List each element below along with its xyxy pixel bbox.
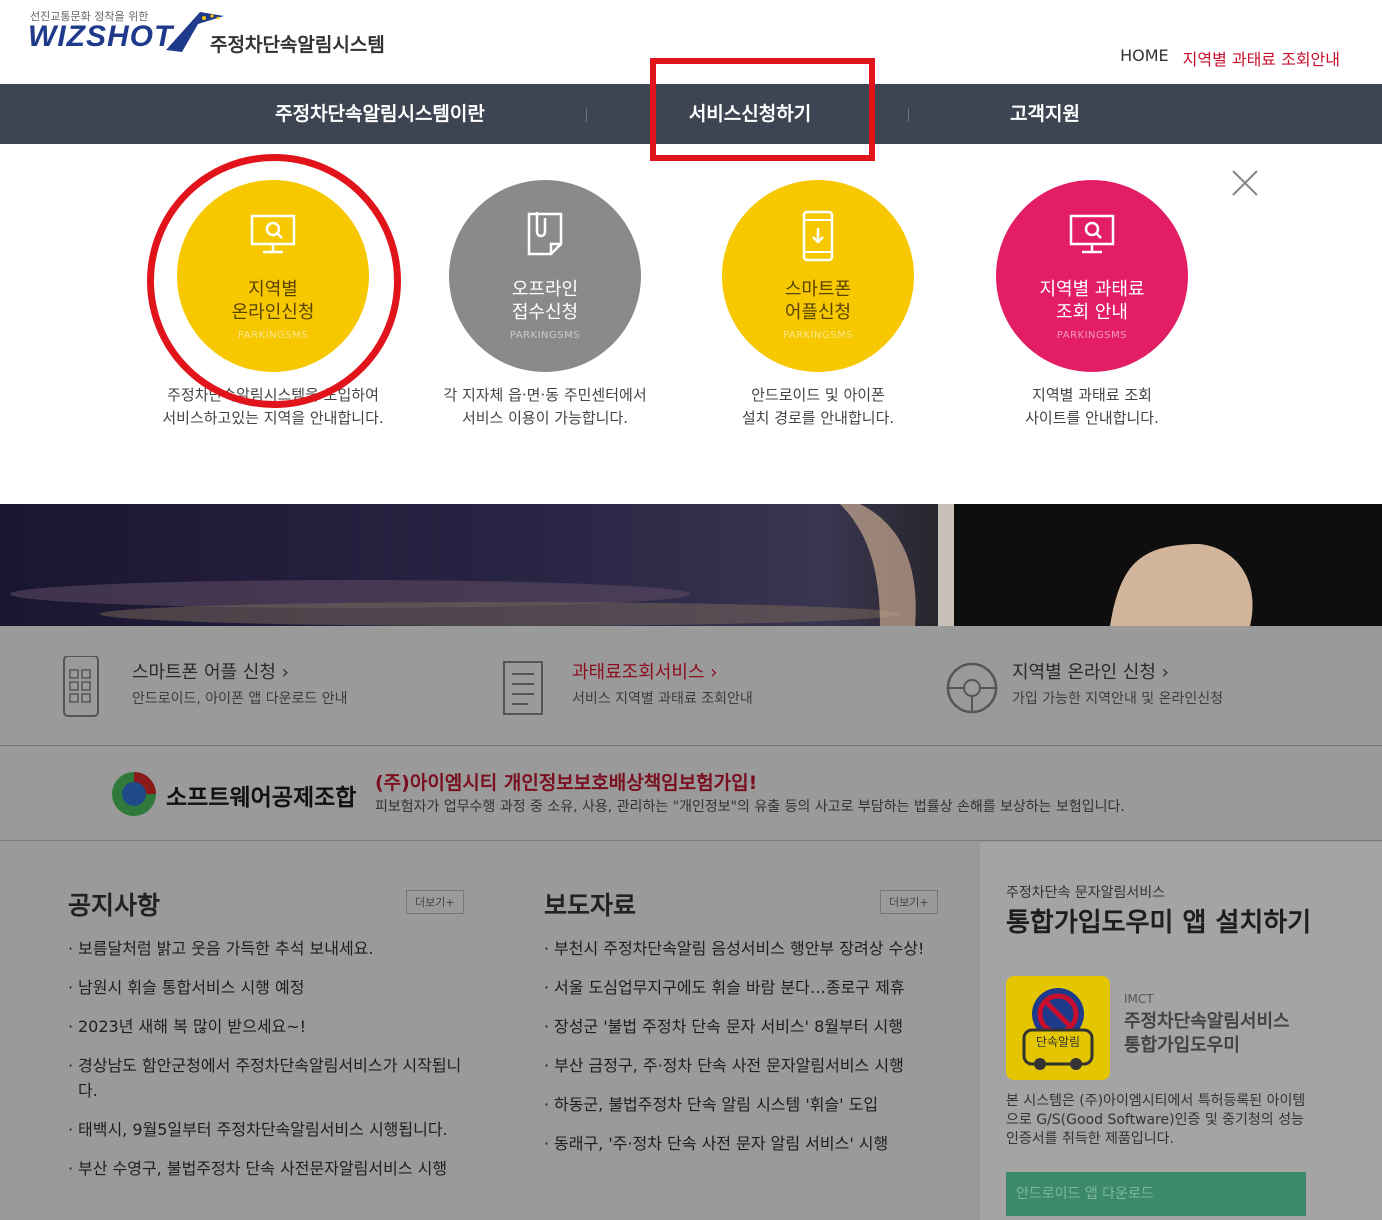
list-item[interactable]: 2023년 새해 복 많이 받으세요~!: [68, 1014, 468, 1039]
quick-link-sub: 가입 가능한 지역안내 및 온라인신청: [1012, 691, 1223, 707]
service-description: 안드로이드 및 아이폰 설치 경로를 안내합니다.: [741, 386, 895, 427]
list-item[interactable]: 부천시 주정차단속알림 음성서비스 행안부 장려상 수상!: [544, 936, 944, 961]
service-title: 지역별 과태료 조회 안내: [1039, 279, 1145, 323]
insurance-banner[interactable]: 소프트웨어공제조합 (주)아이엠시티 개인정보보호배상책임보험가입! 피보험자가…: [0, 746, 1382, 841]
service-fine-lookup[interactable]: 지역별 과태료 조회 안내 PARKINGSMS 지역별 과태료 조회 사이트를 안…: [972, 180, 1212, 430]
nav-divider: [908, 108, 909, 122]
steering-wheel-icon: [946, 662, 998, 714]
press-more-button[interactable]: 더보기+: [880, 890, 938, 914]
list-item[interactable]: 경상남도 함안군청에서 주정차단속알림서비스가 시작됩니다.: [68, 1053, 468, 1103]
region-fine-link[interactable]: 지역별 과태료 조회안내: [1183, 46, 1340, 70]
checklist-icon: [503, 661, 543, 715]
list-item[interactable]: 부산 금정구, 주·정차 단속 사전 문자알림서비스 시행: [544, 1053, 944, 1078]
sw-cooperative-logo-icon: [112, 772, 156, 816]
quick-link-sub: 서비스 지역별 과태료 조회안내: [572, 691, 753, 707]
quick-links-bar: 스마트폰 어플 신청 › 안드로이드, 아이폰 앱 다운로드 안내 과태료조회서…: [0, 626, 1382, 746]
app-company: IMCT: [1124, 992, 1154, 1006]
service-description: 각 지자체 읍·면·동 주민센터에서 서비스 이용이 가능합니다.: [443, 386, 647, 427]
home-link[interactable]: HOME: [1120, 46, 1169, 70]
service-smartphone-app[interactable]: 스마트폰 어플신청 PARKINGSMS 안드로이드 및 아이폰 설치 경로를 안내…: [698, 180, 938, 430]
notices-list: 보름달처럼 밝고 웃음 가득한 추석 보내세요. 남원시 휘슬 통합서비스 시행…: [68, 936, 468, 1195]
notices-section: 공지사항 더보기+ 보름달처럼 밝고 웃음 가득한 추석 보내세요. 남원시 휘…: [30, 842, 490, 1220]
service-offline-apply[interactable]: 오프라인 접수신청 PARKINGSMS 각 지자체 읍·면·동 주민센터에서 서비…: [425, 180, 665, 430]
press-title: 보도자료: [544, 891, 637, 920]
smartphone-grid-icon: [63, 656, 99, 717]
app-promo-section: 주정차단속 문자알림서비스 통합가입도우미 앱 설치하기 단속알림 IMCT 주…: [980, 842, 1382, 1220]
no-parking-car-icon: 단속알림: [1022, 988, 1094, 1070]
insurance-description: 피보험자가 업무수행 과정 중 소유, 사용, 관리하는 "개인정보"의 유출 …: [375, 799, 1125, 815]
app-promo-subtitle: 주정차단속 문자알림서비스: [1006, 885, 1166, 901]
service-title: 오프라인 접수신청: [511, 279, 579, 323]
top-links: HOME 지역별 과태료 조회안내: [1120, 46, 1340, 70]
notices-more-button[interactable]: 더보기+: [406, 890, 464, 914]
quick-link-sub: 안드로이드, 아이폰 앱 다운로드 안내: [132, 691, 348, 707]
list-item[interactable]: 서울 도심업무지구에도 휘슬 바람 분다…종로구 제휴: [544, 975, 944, 1000]
nav-divider: [586, 108, 587, 122]
insurance-title: (주)아이엠시티 개인정보보호배상책임보험가입!: [375, 772, 758, 794]
list-item[interactable]: 태백시, 9월5일부터 주정차단속알림서비스 시행됩니다.: [68, 1117, 468, 1142]
press-list: 부천시 주정차단속알림 음성서비스 행안부 장려상 수상! 서울 도심업무지구에…: [544, 936, 944, 1170]
nav-support[interactable]: 고객지원: [960, 84, 1130, 144]
logo-system-name: 주정차단속알림시스템: [210, 34, 385, 56]
insurance-org-name: 소프트웨어공제조합: [166, 785, 357, 811]
service-title: 스마트폰 어플신청: [784, 279, 852, 323]
quick-link-title: 지역별 온라인 신청 ›: [1012, 662, 1169, 683]
app-description: 본 시스템은 (주)아이엠시티에서 특허등록된 아이템으로 G/S(Good S…: [1006, 1093, 1306, 1147]
service-sub: PARKINGSMS: [509, 330, 581, 341]
monitor-search-icon: [1069, 214, 1115, 254]
app-icon: 단속알림: [1006, 976, 1110, 1080]
close-icon[interactable]: [1230, 168, 1260, 198]
app-name: 주정차단속알림서비스 통합가입도우미: [1124, 1011, 1290, 1056]
android-download-button[interactable]: 안드로이드 앱 다운로드: [1006, 1172, 1306, 1216]
service-circle[interactable]: 오프라인 접수신청 PARKINGSMS: [449, 180, 641, 372]
nav-about[interactable]: 주정차단속알림시스템이란: [230, 84, 530, 144]
list-item[interactable]: 부산 수영구, 불법주정차 단속 사전문자알림서비스 시행: [68, 1156, 468, 1181]
smartphone-download-icon: [802, 210, 834, 262]
service-sub: PARKINGSMS: [1056, 330, 1128, 341]
list-item[interactable]: 하동군, 불법주정차 단속 알림 시스템 '휘슬' 도입: [544, 1092, 944, 1117]
night-city-image: [10, 504, 1382, 626]
press-section: 보도자료 더보기+ 부천시 주정차단속알림 음성서비스 행안부 장려상 수상! …: [506, 842, 966, 1220]
hero-banner-image: [0, 504, 1382, 626]
service-circle[interactable]: 지역별 과태료 조회 안내 PARKINGSMS: [996, 180, 1188, 372]
list-item[interactable]: 보름달처럼 밝고 웃음 가득한 추석 보내세요.: [68, 936, 468, 961]
list-item[interactable]: 남원시 휘슬 통합서비스 시행 예정: [68, 975, 468, 1000]
quick-link-title: 스마트폰 어플 신청 ›: [132, 662, 289, 683]
site-logo[interactable]: 선진교통문화 정착을 위한 WIZSHOT 주정차단속알림시스템: [28, 6, 408, 66]
notices-title: 공지사항: [68, 891, 161, 920]
service-circle[interactable]: 스마트폰 어플신청 PARKINGSMS: [722, 180, 914, 372]
service-description: 지역별 과태료 조회 사이트를 안내합니다.: [1025, 386, 1159, 427]
list-item[interactable]: 장성군 '불법 주정차 단속 문자 서비스' 8월부터 시행: [544, 1014, 944, 1039]
highlight-box-annotation: [650, 58, 875, 161]
logo-brand: WIZSHOT: [28, 20, 174, 53]
service-sub: PARKINGSMS: [782, 330, 854, 341]
highlight-circle-annotation: [147, 154, 401, 408]
quick-link-title: 과태료조회서비스 ›: [572, 662, 718, 683]
svg-text:단속알림: 단속알림: [1036, 1035, 1080, 1049]
document-clip-icon: [527, 212, 563, 256]
list-item[interactable]: 동래구, '주·정차 단속 사전 문자 알림 서비스' 시행: [544, 1131, 944, 1156]
app-promo-title: 통합가입도우미 앱 설치하기: [1006, 908, 1312, 938]
